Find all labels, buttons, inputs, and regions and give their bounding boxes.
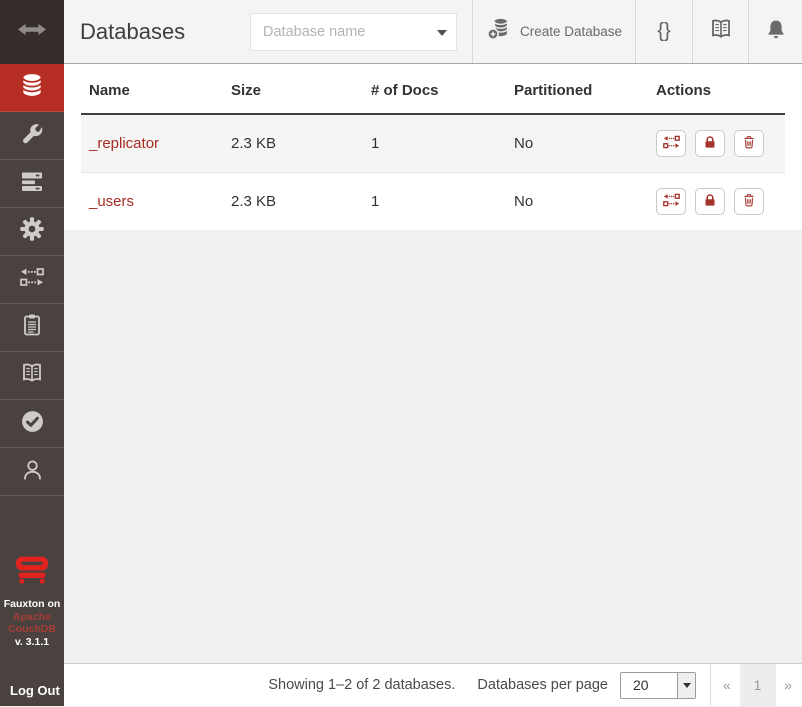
- table-row: _users 2.3 KB 1 No: [81, 173, 785, 231]
- database-plus-icon: [486, 17, 510, 46]
- column-header-partitioned: Partitioned: [506, 64, 648, 114]
- server-stack-icon: [20, 169, 44, 198]
- page-title: Databases: [80, 19, 185, 45]
- delete-database-button[interactable]: [734, 188, 764, 215]
- set-permissions-button[interactable]: [695, 130, 725, 157]
- per-page-select[interactable]: 20: [620, 672, 696, 699]
- replication-icon: [20, 267, 44, 292]
- per-page-label: Databases per page: [477, 677, 608, 693]
- notifications-button[interactable]: [748, 0, 802, 63]
- column-header-docs: # of Docs: [363, 64, 506, 114]
- couchdb-couch-logo: [11, 572, 53, 589]
- select-caret-icon: [677, 673, 695, 698]
- book-icon: [708, 17, 734, 46]
- database-search-input[interactable]: [250, 13, 457, 51]
- replicate-icon: [663, 135, 680, 152]
- bell-icon: [765, 18, 787, 46]
- sidebar-collapse-button[interactable]: [0, 0, 64, 64]
- databases-table-card: Name Size # of Docs Partitioned Actions …: [64, 64, 802, 230]
- size-cell: 2.3 KB: [223, 114, 363, 173]
- brand-line1: Fauxton on: [0, 598, 64, 611]
- table-row: _replicator 2.3 KB 1 No: [81, 114, 785, 173]
- json-api-button[interactable]: {}: [635, 0, 692, 63]
- docs-cell: 1: [363, 114, 506, 173]
- database-link[interactable]: _replicator: [89, 135, 159, 152]
- logout-button[interactable]: Log Out: [10, 683, 60, 698]
- wrench-icon: [20, 121, 44, 150]
- replicate-database-button[interactable]: [656, 130, 686, 157]
- set-permissions-button[interactable]: [695, 188, 725, 215]
- partitioned-cell: No: [506, 114, 648, 173]
- pagination: « 1 »: [710, 664, 802, 706]
- double-arrow-icon: [17, 21, 47, 43]
- sidebar-item-configuration[interactable]: [0, 208, 64, 256]
- search-dropdown-caret-icon[interactable]: [437, 30, 447, 36]
- sidebar-brand: Fauxton on Apache CouchDB v. 3.1.1: [0, 555, 64, 648]
- replicate-icon: [663, 193, 680, 210]
- clipboard-icon: [20, 313, 44, 342]
- topbar: Databases Create Database {}: [64, 0, 802, 64]
- table-header-row: Name Size # of Docs Partitioned Actions: [81, 64, 785, 114]
- row-actions: [656, 130, 777, 157]
- partitioned-cell: No: [506, 173, 648, 231]
- showing-summary: Showing 1–2 of 2 databases.: [268, 677, 455, 693]
- delete-database-button[interactable]: [734, 130, 764, 157]
- sidebar-item-tasks[interactable]: [0, 304, 64, 352]
- brand-couchdb-link[interactable]: Apache CouchDB: [0, 611, 64, 636]
- column-header-size: Size: [223, 64, 363, 114]
- sidebar-item-verify[interactable]: [0, 400, 64, 448]
- create-database-button[interactable]: Create Database: [472, 0, 635, 63]
- user-icon: [20, 457, 45, 487]
- documentation-button[interactable]: [692, 0, 748, 63]
- footer: Showing 1–2 of 2 databases. Databases pe…: [64, 663, 802, 706]
- book-icon: [19, 361, 45, 390]
- replicate-database-button[interactable]: [656, 188, 686, 215]
- column-header-name: Name: [81, 64, 223, 114]
- json-braces-icon: {}: [657, 20, 670, 43]
- content-area: Name Size # of Docs Partitioned Actions …: [64, 64, 802, 663]
- docs-cell: 1: [363, 173, 506, 231]
- sidebar-item-setup[interactable]: [0, 112, 64, 160]
- size-cell: 2.3 KB: [223, 173, 363, 231]
- pagination-page-1[interactable]: 1: [740, 664, 776, 707]
- lock-icon: [703, 134, 717, 153]
- pagination-next-button[interactable]: »: [784, 677, 792, 693]
- trash-icon: [742, 192, 756, 211]
- trash-icon: [742, 134, 756, 153]
- sidebar: Fauxton on Apache CouchDB v. 3.1.1 Log O…: [0, 0, 64, 706]
- check-circle-icon: [20, 409, 45, 439]
- pagination-prev-button[interactable]: «: [723, 677, 731, 693]
- brand-version: v. 3.1.1: [0, 636, 64, 649]
- database-icon: [19, 72, 45, 103]
- per-page-value: 20: [621, 677, 677, 693]
- database-search-combo: [250, 13, 457, 51]
- sidebar-item-account[interactable]: [0, 448, 64, 496]
- lock-icon: [703, 192, 717, 211]
- create-database-label: Create Database: [520, 24, 622, 39]
- sidebar-item-documentation[interactable]: [0, 352, 64, 400]
- gear-icon: [19, 216, 45, 247]
- row-actions: [656, 188, 777, 215]
- databases-table: Name Size # of Docs Partitioned Actions …: [81, 64, 785, 230]
- column-header-actions: Actions: [648, 64, 785, 114]
- sidebar-item-replication[interactable]: [0, 256, 64, 304]
- sidebar-item-databases[interactable]: [0, 64, 64, 112]
- sidebar-item-active-tasks[interactable]: [0, 160, 64, 208]
- database-link[interactable]: _users: [89, 193, 134, 210]
